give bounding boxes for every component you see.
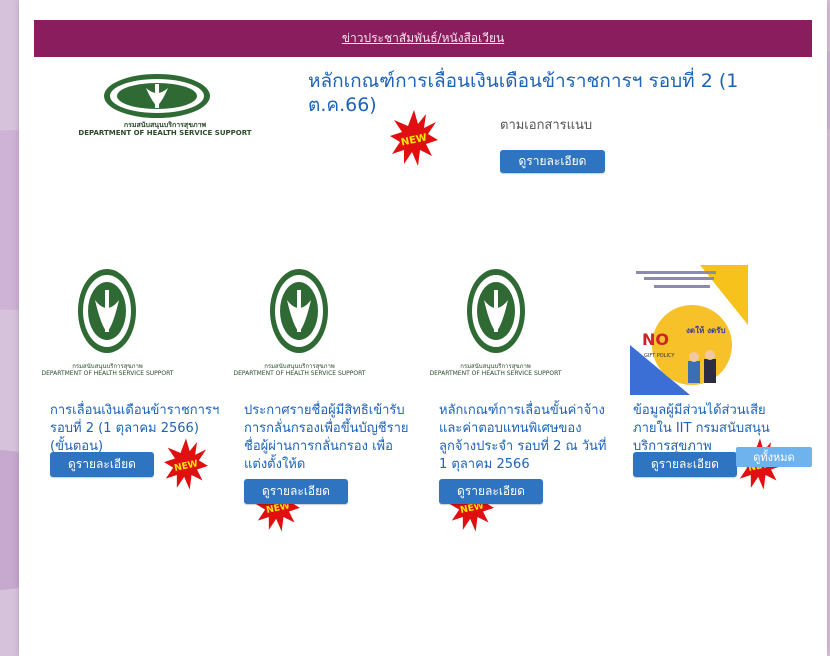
svg-text:NO: NO: [642, 330, 669, 349]
card1-details-button[interactable]: ดูรายละเอียด: [50, 452, 154, 477]
featured-title[interactable]: หลักเกณฑ์การเลื่อนเงินเดือนข้าราชการฯ รอ…: [308, 70, 798, 118]
department-seal-logo: [104, 74, 210, 118]
card2-caption-english: DEPARTMENT OF HEALTH SERVICE SUPPORT: [233, 369, 366, 377]
news-circular-link[interactable]: ข่าวประชาสัมพันธ์/หนังสือเวียน: [342, 29, 504, 48]
card1-caption-english: DEPARTMENT OF HEALTH SERVICE SUPPORT: [41, 369, 174, 377]
card3-details-button[interactable]: ดูรายละเอียด: [439, 479, 543, 504]
card1-seal-logo: [78, 269, 136, 353]
card3-title[interactable]: หลักเกณฑ์การเลื่อนขั้นค่าจ้างและค่าตอบแท…: [439, 402, 611, 474]
card2-seal-logo: [270, 269, 328, 353]
featured-details-button[interactable]: ดูรายละเอียด: [500, 150, 605, 173]
view-all-button[interactable]: ดูทั้งหมด: [736, 447, 812, 467]
logo-caption-thai: กรมสนับสนุนบริการสุขภาพ: [123, 121, 207, 129]
card2-details-button[interactable]: ดูรายละเอียด: [244, 479, 348, 504]
card1-new-badge-icon: NEW: [164, 438, 208, 490]
new-badge-icon: NEW: [390, 110, 438, 166]
card2-logo-caption: กรมสนับสนุนบริการสุขภาพ DEPARTMENT OF HE…: [232, 363, 367, 378]
card2-title[interactable]: ประกาศรายชื่อผู้มีสิทธิเข้ารับการกลั่นกร…: [244, 402, 416, 474]
no-gift-policy-poster: NO GIFT POLICY งดให้ งดรับ: [630, 265, 748, 395]
card4-details-button[interactable]: ดูรายละเอียด: [633, 452, 737, 477]
featured-subtitle: ตามเอกสารแนบ: [500, 118, 593, 133]
card3-logo-caption: กรมสนับสนุนบริการสุขภาพ DEPARTMENT OF HE…: [428, 363, 563, 378]
logo-caption-english: DEPARTMENT OF HEALTH SERVICE SUPPORT: [78, 129, 252, 138]
card3-caption-english: DEPARTMENT OF HEALTH SERVICE SUPPORT: [429, 369, 562, 377]
svg-text:GIFT POLICY: GIFT POLICY: [644, 353, 675, 359]
svg-text:งดให้ งดรับ: งดให้ งดรับ: [686, 325, 726, 335]
card3-seal-logo: [467, 269, 525, 353]
featured-logo-caption: กรมสนับสนุนบริการสุขภาพ DEPARTMENT OF HE…: [50, 121, 280, 137]
card1-logo-caption: กรมสนับสนุนบริการสุขภาพ DEPARTMENT OF HE…: [40, 363, 175, 378]
section-header: ข่าวประชาสัมพันธ์/หนังสือเวียน: [34, 20, 812, 57]
